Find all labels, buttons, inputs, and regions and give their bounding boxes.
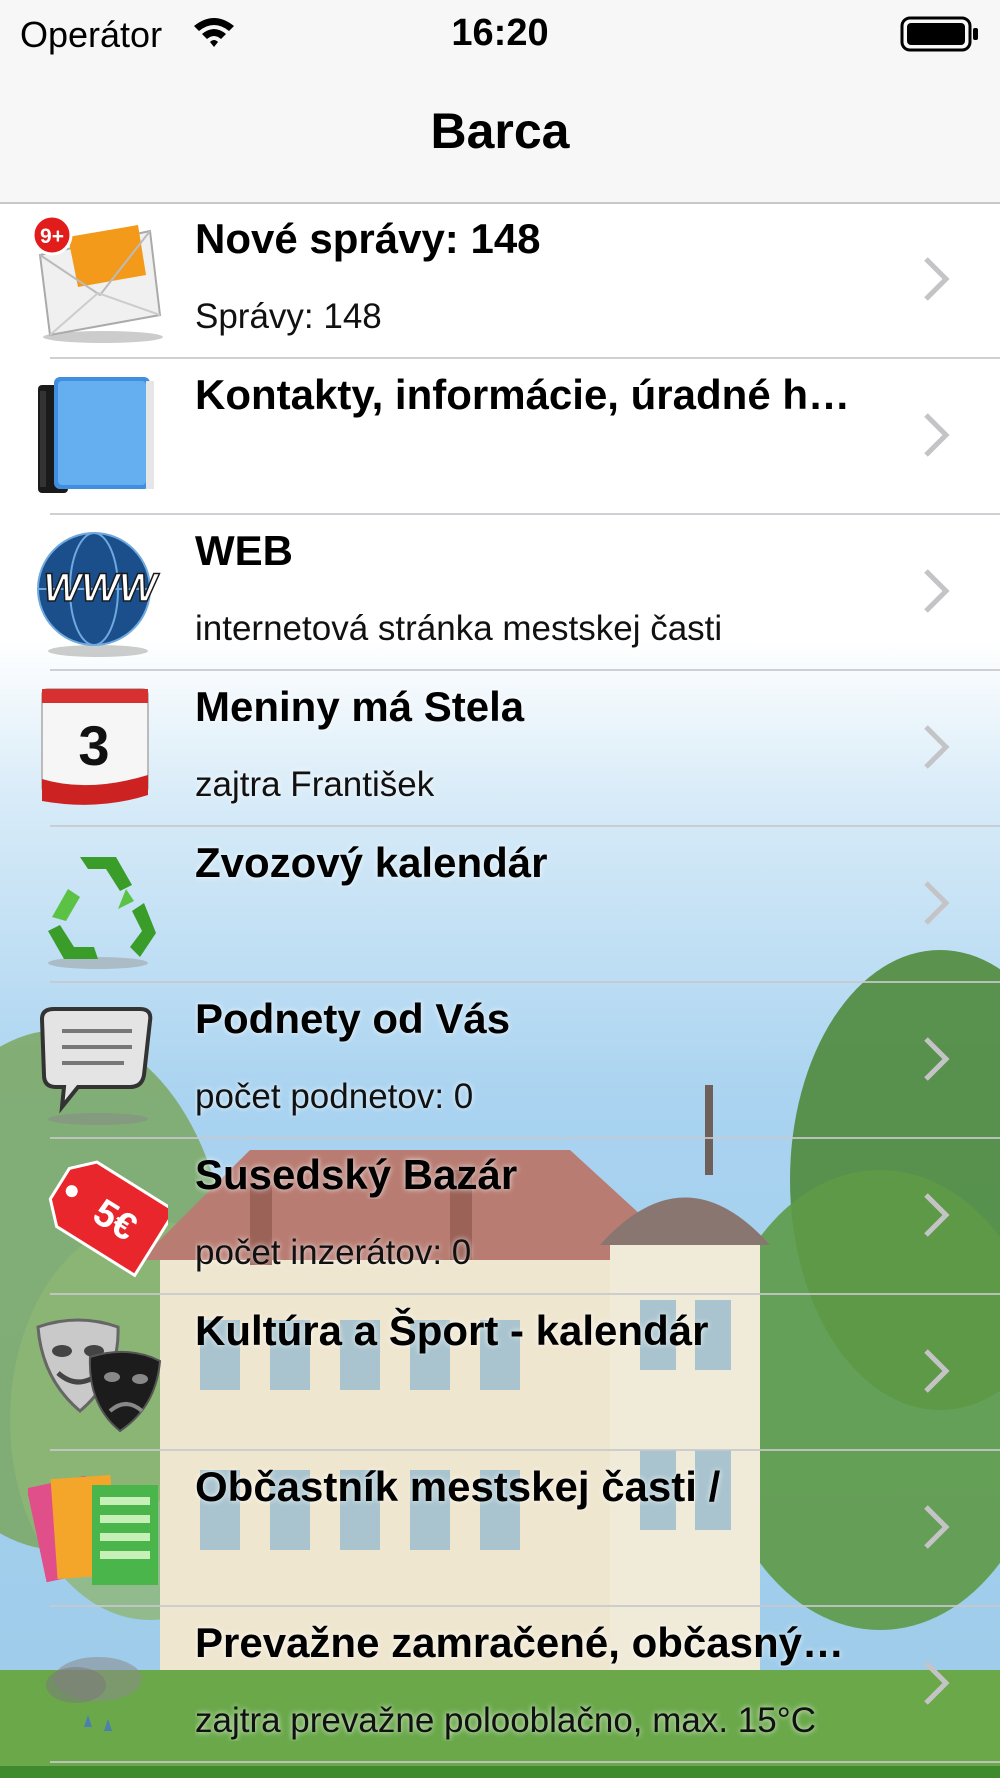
list-item-web[interactable]: WWW WEB internetová stránka mestskej čas…	[0, 515, 1000, 671]
mail-icon: 9+	[31, 215, 163, 343]
chevron-right-icon	[924, 413, 950, 457]
www-label: WWW	[43, 566, 160, 610]
chevron-right-icon	[924, 1037, 950, 1081]
battery-icon	[900, 16, 978, 52]
calendar-day: 3	[78, 714, 109, 777]
row-subtitle: zajtra František	[195, 765, 435, 804]
row-title: Kultúra a Šport - kalendár	[195, 1307, 709, 1354]
price-tag-icon: 5€	[48, 1160, 168, 1278]
chevron-right-icon	[924, 725, 950, 769]
row-subtitle: počet podnetov: 0	[195, 1077, 474, 1116]
list-item-bazaar[interactable]: 5€ Susedský Bazár počet inzerátov: 0	[0, 1139, 1000, 1295]
list-item-contacts[interactable]: Kontakty, informácie, úradné h…	[0, 359, 1000, 515]
chevron-right-icon	[924, 1661, 950, 1705]
address-book-icon	[38, 377, 154, 493]
row-title: Prevažne zamračené, občasný…	[195, 1619, 844, 1666]
row-title: Kontakty, informácie, úradné h…	[195, 371, 850, 418]
row-title: Občastník mestskej časti /	[195, 1463, 721, 1510]
calendar-icon: 3	[41, 688, 149, 805]
list-item-waste-calendar[interactable]: Zvozový kalendár	[0, 827, 1000, 983]
list-item-weather[interactable]: Prevažne zamračené, občasný… zajtra prev…	[0, 1607, 1000, 1763]
navigation-bar: Barca	[0, 70, 1000, 204]
chevron-right-icon	[924, 257, 950, 301]
bottom-edge	[0, 1766, 1000, 1778]
row-subtitle: zajtra prevažne polooblačno, max. 15°C	[195, 1701, 817, 1740]
status-time: 16:20	[451, 12, 549, 54]
row-subtitle: Správy: 148	[195, 297, 382, 336]
weather-icon	[46, 1657, 142, 1731]
chevron-right-icon	[924, 1349, 950, 1393]
magazine-icon	[28, 1475, 158, 1585]
row-title: WEB	[195, 527, 293, 574]
row-title: Podnety od Vás	[195, 995, 511, 1042]
list-item-messages[interactable]: 9+ Nové správy: 148 Správy: 148	[0, 203, 1000, 359]
chevron-right-icon	[924, 1193, 950, 1237]
row-title: Zvozový kalendár	[195, 839, 548, 886]
badge-count: 9+	[40, 225, 64, 248]
row-subtitle: internetová stránka mestskej časti	[195, 609, 723, 648]
list-item-name-day[interactable]: 3 Meniny má Stela zajtra František	[0, 671, 1000, 827]
status-bar: Operátor 16:20	[0, 0, 1000, 70]
row-title: Nové správy: 148	[195, 215, 541, 262]
row-title: Meniny má Stela	[195, 683, 525, 730]
theatre-masks-icon	[36, 1318, 162, 1433]
list-item-culture-sport[interactable]: Kultúra a Šport - kalendár	[0, 1295, 1000, 1451]
page-title: Barca	[430, 103, 570, 159]
row-subtitle: počet inzerátov: 0	[195, 1233, 472, 1272]
recycle-icon	[48, 857, 156, 969]
chevron-right-icon	[924, 1505, 950, 1549]
menu-list: 9+ Nové správy: 148 Správy: 148 Kontakty…	[0, 203, 1000, 1763]
chevron-right-icon	[924, 569, 950, 613]
www-globe-icon: WWW	[37, 532, 161, 657]
row-title: Susedský Bazár	[195, 1151, 518, 1198]
list-item-suggestions[interactable]: Podnety od Vás počet podnetov: 0	[0, 983, 1000, 1139]
list-item-newsletter[interactable]: Občastník mestskej časti /	[0, 1451, 1000, 1607]
speech-bubble-icon	[39, 1007, 153, 1125]
chevron-right-icon	[924, 881, 950, 925]
